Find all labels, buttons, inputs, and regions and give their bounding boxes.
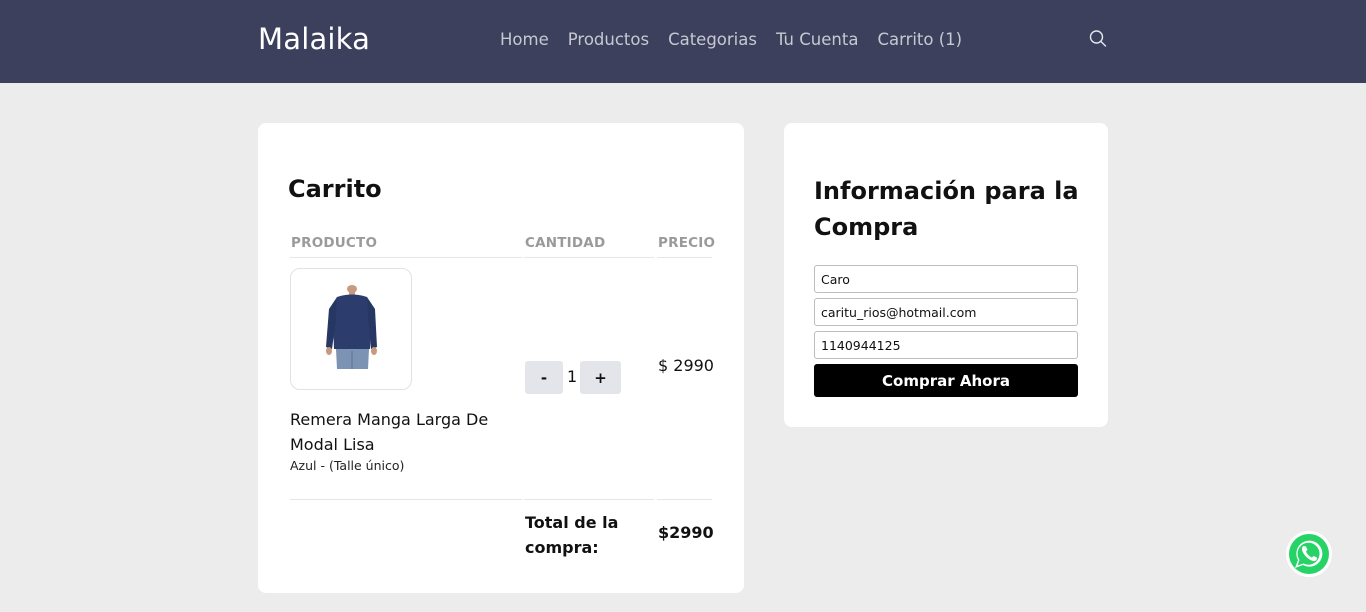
whatsapp-icon[interactable]: [1285, 530, 1333, 578]
phone-field[interactable]: [814, 331, 1078, 359]
cart-title: Carrito: [288, 175, 382, 203]
quantity-value: 1: [567, 367, 578, 386]
cart-panel: Carrito PRODUCTO CANTIDAD PRECIO Remera …: [258, 123, 744, 593]
column-header-price: PRECIO: [658, 235, 716, 251]
product-variant: Azul - (Talle único): [290, 458, 405, 473]
nav-tu-cuenta[interactable]: Tu Cuenta: [776, 30, 858, 49]
divider: [290, 499, 522, 500]
total-value: $2990: [658, 523, 714, 542]
nav-categorias[interactable]: Categorias: [668, 30, 757, 49]
name-field[interactable]: [814, 265, 1078, 293]
column-header-product: PRODUCTO: [291, 235, 378, 251]
divider: [290, 257, 522, 258]
email-field[interactable]: [814, 298, 1078, 326]
nav-productos[interactable]: Productos: [568, 30, 649, 49]
total-label: Total de la compra:: [525, 513, 619, 557]
column-header-quantity: CANTIDAD: [525, 235, 606, 251]
product-name[interactable]: Remera Manga Larga De Modal Lisa: [290, 407, 510, 457]
purchase-info-title: Información para la Compra: [814, 177, 1079, 241]
search-icon[interactable]: [1088, 29, 1108, 49]
product-image[interactable]: [290, 268, 412, 390]
buy-now-button[interactable]: Comprar Ahora: [814, 364, 1078, 397]
divider: [524, 257, 654, 258]
increase-quantity-button[interactable]: +: [580, 361, 621, 394]
top-navbar: Malaika Home Productos Categorias Tu Cue…: [0, 0, 1366, 83]
purchase-info-panel: Información para la Compra Comprar Ahora: [784, 123, 1108, 427]
main-nav: Home Productos Categorias Tu Cuenta Carr…: [500, 30, 981, 49]
divider: [657, 257, 712, 258]
item-price: $ 2990: [658, 356, 714, 375]
nav-carrito[interactable]: Carrito (1): [877, 30, 962, 49]
brand-logo[interactable]: Malaika: [258, 22, 370, 56]
nav-home[interactable]: Home: [500, 30, 549, 49]
divider: [524, 499, 654, 500]
divider: [657, 499, 712, 500]
decrease-quantity-button[interactable]: -: [525, 361, 563, 394]
